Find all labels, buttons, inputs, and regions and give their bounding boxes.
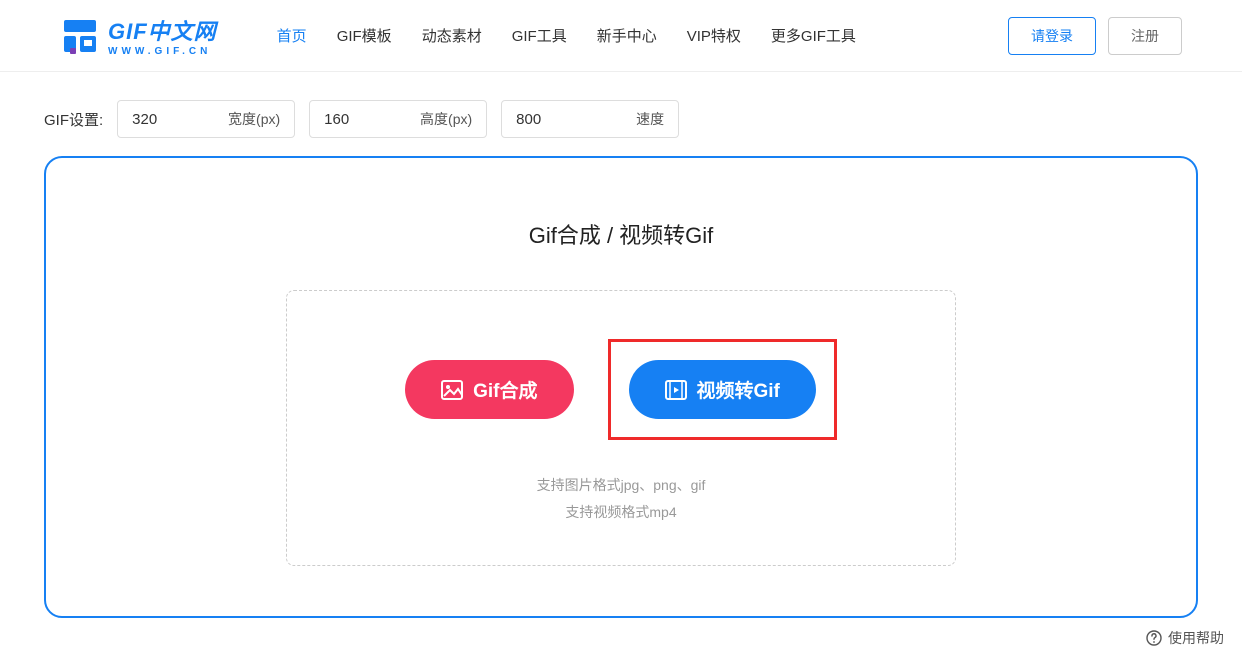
width-input[interactable] (132, 111, 212, 128)
header: GIF中文网 WWW.GIF.CN 首页 GIF模板 动态素材 GIF工具 新手… (0, 0, 1242, 72)
drop-area[interactable]: Gif合成 视频转Gif 支持图片格式jpg、png、 (286, 290, 956, 566)
height-suffix: 高度(px) (420, 109, 472, 129)
nav-tools[interactable]: GIF工具 (512, 25, 567, 46)
gif-settings: GIF设置: 宽度(px) 高度(px) 速度 (0, 72, 1242, 156)
help-link[interactable]: 使用帮助 (1146, 628, 1224, 648)
video-to-gif-button[interactable]: 视频转Gif (629, 360, 816, 419)
nav-newbie[interactable]: 新手中心 (597, 25, 657, 46)
speed-suffix: 速度 (636, 109, 664, 129)
panel-title: Gif合成 / 视频转Gif (529, 218, 714, 250)
nav-templates[interactable]: GIF模板 (337, 25, 392, 46)
nav-materials[interactable]: 动态素材 (422, 25, 482, 46)
main-panel: Gif合成 / 视频转Gif Gif合成 (44, 156, 1198, 618)
settings-label: GIF设置: (44, 109, 103, 130)
nav-vip[interactable]: VIP特权 (687, 25, 741, 46)
height-setting: 高度(px) (309, 100, 487, 138)
support-image-formats: 支持图片格式jpg、png、gif (537, 472, 706, 499)
nav: 首页 GIF模板 动态素材 GIF工具 新手中心 VIP特权 更多GIF工具 (277, 25, 856, 46)
video-button-highlight: 视频转Gif (608, 339, 837, 440)
width-suffix: 宽度(px) (228, 109, 280, 129)
compose-label: Gif合成 (473, 376, 537, 403)
support-video-formats: 支持视频格式mp4 (537, 499, 706, 526)
help-icon (1146, 630, 1162, 646)
support-text: 支持图片格式jpg、png、gif 支持视频格式mp4 (537, 472, 706, 525)
image-icon (441, 380, 463, 400)
speed-input[interactable] (516, 111, 596, 128)
speed-setting: 速度 (501, 100, 679, 138)
logo-icon (60, 16, 100, 56)
width-setting: 宽度(px) (117, 100, 295, 138)
nav-more[interactable]: 更多GIF工具 (771, 25, 856, 46)
nav-home[interactable]: 首页 (277, 25, 307, 46)
video-icon (665, 380, 687, 400)
register-button[interactable]: 注册 (1108, 17, 1182, 55)
login-button[interactable]: 请登录 (1008, 17, 1096, 55)
gif-compose-button[interactable]: Gif合成 (405, 360, 573, 419)
logo-text: GIF中文网 WWW.GIF.CN (108, 14, 217, 57)
auth-buttons: 请登录 注册 (1008, 17, 1182, 55)
height-input[interactable] (324, 111, 404, 128)
help-label: 使用帮助 (1168, 628, 1224, 648)
action-buttons: Gif合成 视频转Gif (405, 339, 837, 440)
logo-sub: WWW.GIF.CN (108, 46, 217, 57)
logo[interactable]: GIF中文网 WWW.GIF.CN (60, 14, 217, 57)
video-label: 视频转Gif (697, 376, 780, 403)
logo-main: GIF中文网 (108, 14, 217, 46)
